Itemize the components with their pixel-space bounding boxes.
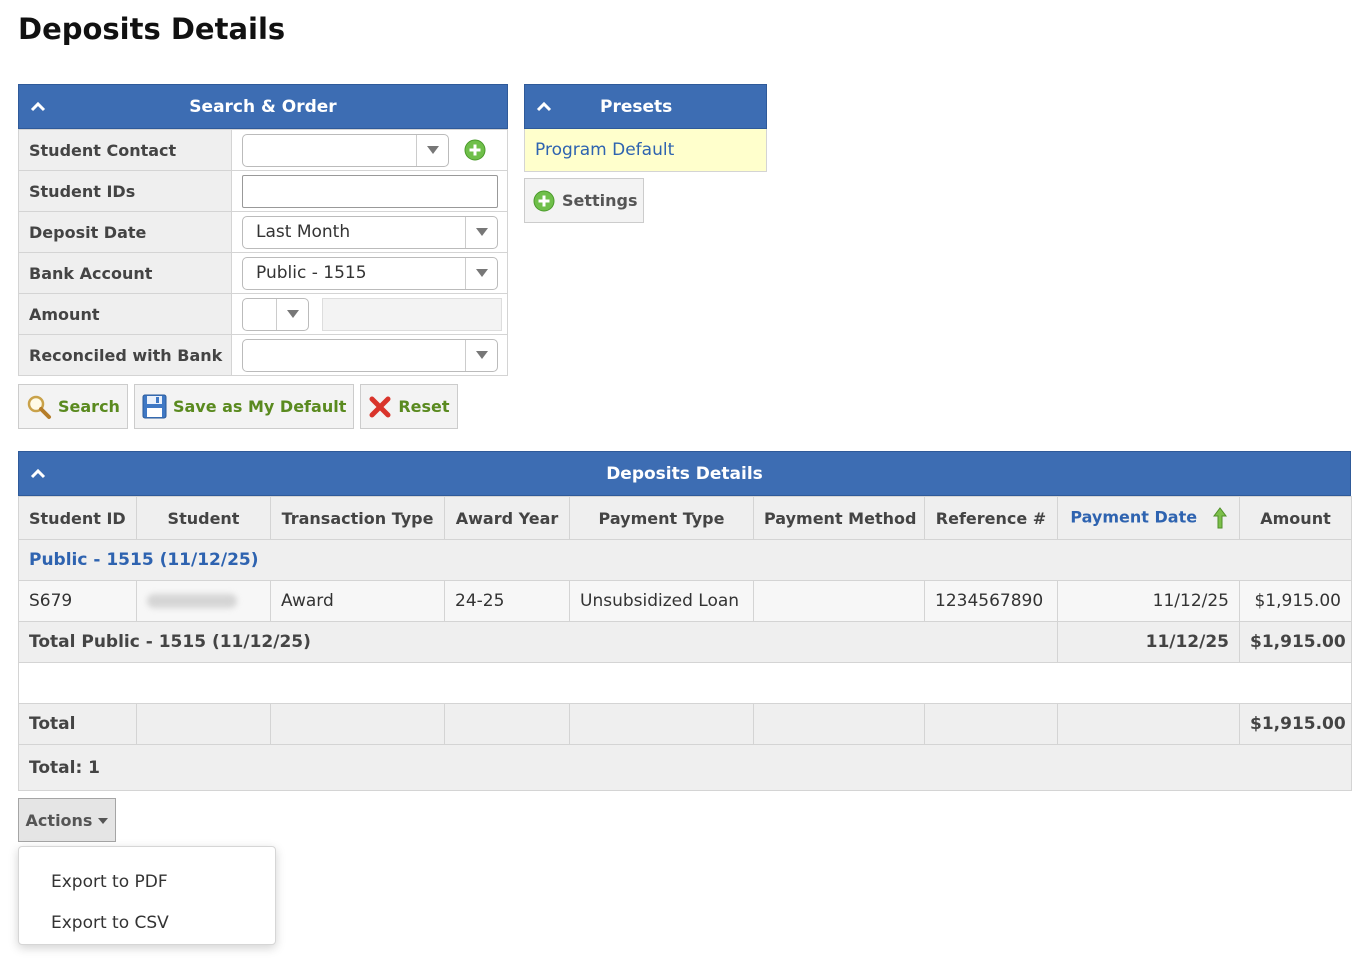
amount-input[interactable]: [322, 297, 503, 331]
search-order-panel: Search & Order Student Contact Student I…: [18, 84, 508, 376]
table-row[interactable]: S679 Award 24-25 Unsubsidized Loan 12345…: [18, 580, 1352, 622]
reconciled-label: Reconciled with Bank: [18, 334, 232, 376]
cell-amount: $1,915.00: [1239, 580, 1352, 622]
cell-student-id: S679: [18, 580, 137, 622]
col-reference[interactable]: Reference #: [924, 496, 1058, 540]
search-order-header[interactable]: Search & Order: [18, 84, 508, 129]
presets-title: Presets: [600, 96, 673, 117]
bank-account-label: Bank Account: [18, 252, 232, 294]
cell-transaction-type: Award: [270, 580, 445, 622]
cell-award-year: 24-25: [444, 580, 570, 622]
save-default-button[interactable]: Save as My Default: [133, 384, 355, 429]
deposit-date-label: Deposit Date: [18, 211, 232, 253]
redacted-name: [147, 594, 237, 608]
cell-reference: 1234567890: [924, 580, 1058, 622]
settings-button[interactable]: Settings: [524, 178, 644, 223]
col-award-year[interactable]: Award Year: [444, 496, 570, 540]
cell-student: [136, 580, 271, 622]
chevron-up-icon[interactable]: [535, 98, 553, 116]
add-circle-icon: [533, 190, 555, 211]
search-button[interactable]: Search: [18, 384, 128, 429]
red-x-icon: [369, 396, 391, 417]
magnifier-icon: [27, 395, 51, 419]
deposits-details-panel: Deposits Details Student ID Student Tran…: [18, 451, 1352, 791]
subtotal-row: Total Public - 1515 (11/12/25) 11/12/25 …: [18, 621, 1352, 663]
presets-panel: Presets Program Default Settings: [524, 84, 767, 223]
group-label[interactable]: Public - 1515 (11/12/25): [18, 539, 1352, 581]
search-buttons: Search Save as My Default Reset: [18, 384, 458, 429]
chevron-up-icon[interactable]: [29, 98, 47, 116]
cell-payment-type: Unsubsidized Loan: [569, 580, 754, 622]
deposit-date-select[interactable]: Last Month: [242, 215, 498, 249]
subtotal-label: Total Public - 1515 (11/12/25): [18, 621, 1058, 663]
chevron-down-icon: [465, 257, 497, 289]
col-payment-date[interactable]: Payment Date: [1057, 496, 1240, 540]
amount-operator-select[interactable]: [242, 297, 309, 331]
amount-label: Amount: [18, 293, 232, 335]
chevron-down-icon: [416, 134, 448, 166]
chevron-down-icon: [465, 339, 497, 371]
table-header-row: Student ID Student Transaction Type Awar…: [18, 496, 1352, 540]
deposits-table: Student ID Student Transaction Type Awar…: [18, 496, 1352, 791]
search-order-title: Search & Order: [189, 96, 337, 117]
subtotal-date: 11/12/25: [1057, 621, 1240, 663]
bank-account-select[interactable]: Public - 1515: [242, 256, 498, 290]
results-title: Deposits Details: [606, 463, 763, 484]
actions-menu: Export to PDF Export to CSV: [18, 846, 276, 945]
col-student[interactable]: Student: [136, 496, 271, 540]
page-title: Deposits Details: [18, 12, 286, 46]
total-row: Total $1,915.00: [18, 703, 1352, 745]
col-transaction-type[interactable]: Transaction Type: [270, 496, 445, 540]
col-payment-method[interactable]: Payment Method: [753, 496, 925, 540]
export-pdf-item[interactable]: Export to PDF: [19, 861, 275, 902]
col-amount[interactable]: Amount: [1239, 496, 1352, 540]
spacer-row: [18, 662, 1352, 704]
reconciled-select[interactable]: [242, 338, 498, 372]
cell-payment-method: [753, 580, 925, 622]
reset-button[interactable]: Reset: [360, 384, 458, 429]
chevron-up-icon[interactable]: [29, 465, 47, 483]
total-amount: $1,915.00: [1239, 703, 1352, 745]
total-label: Total: [18, 703, 137, 745]
student-ids-input[interactable]: [242, 174, 498, 208]
results-header[interactable]: Deposits Details: [18, 451, 1351, 496]
cell-payment-date: 11/12/25: [1057, 580, 1240, 622]
chevron-down-icon: [276, 298, 308, 330]
floppy-disk-icon: [142, 394, 167, 419]
student-contact-label: Student Contact: [18, 129, 232, 171]
export-csv-item[interactable]: Export to CSV: [19, 902, 275, 943]
caret-down-icon: [98, 818, 109, 824]
col-student-id[interactable]: Student ID: [18, 496, 137, 540]
chevron-down-icon: [465, 216, 497, 248]
preset-program-default[interactable]: Program Default: [524, 129, 767, 172]
presets-header[interactable]: Presets: [524, 84, 767, 129]
record-count: Total: 1: [18, 744, 1352, 791]
student-contact-select[interactable]: [242, 133, 449, 167]
add-contact-icon[interactable]: [464, 139, 486, 161]
sort-ascending-icon: [1212, 507, 1227, 529]
actions-button[interactable]: Actions: [18, 798, 116, 842]
group-row: Public - 1515 (11/12/25): [18, 539, 1352, 581]
count-row: Total: 1: [18, 744, 1352, 791]
search-form: Student Contact Student IDs Deposit Date: [18, 129, 508, 376]
student-ids-label: Student IDs: [18, 170, 232, 212]
subtotal-amount: $1,915.00: [1239, 621, 1352, 663]
col-payment-type[interactable]: Payment Type: [569, 496, 754, 540]
